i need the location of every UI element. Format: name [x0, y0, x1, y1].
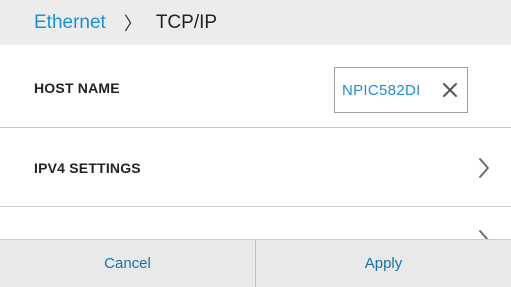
ipv4-settings-label: IPV4 SETTINGS	[34, 159, 141, 176]
host-name-label: HOST NAME	[34, 79, 120, 96]
action-footer: Cancel Apply	[0, 239, 511, 287]
chevron-right-icon	[479, 158, 489, 178]
close-icon[interactable]	[441, 81, 459, 99]
ipv4-settings-row[interactable]: IPV4 SETTINGS	[0, 128, 511, 207]
breadcrumb: Ethernet 〉 TCP/IP	[0, 0, 511, 45]
host-name-value[interactable]: NPIC582DI	[342, 82, 441, 99]
apply-button[interactable]: Apply	[256, 240, 511, 287]
partially-visible-row[interactable]	[0, 208, 511, 238]
breadcrumb-current: TCP/IP	[155, 11, 218, 33]
breadcrumb-ethernet-link[interactable]: Ethernet	[34, 12, 106, 34]
cancel-button[interactable]: Cancel	[0, 240, 255, 287]
breadcrumb-separator-icon: 〉	[123, 13, 142, 34]
host-name-field[interactable]: NPIC582DI	[334, 67, 468, 113]
divider	[0, 206, 511, 207]
